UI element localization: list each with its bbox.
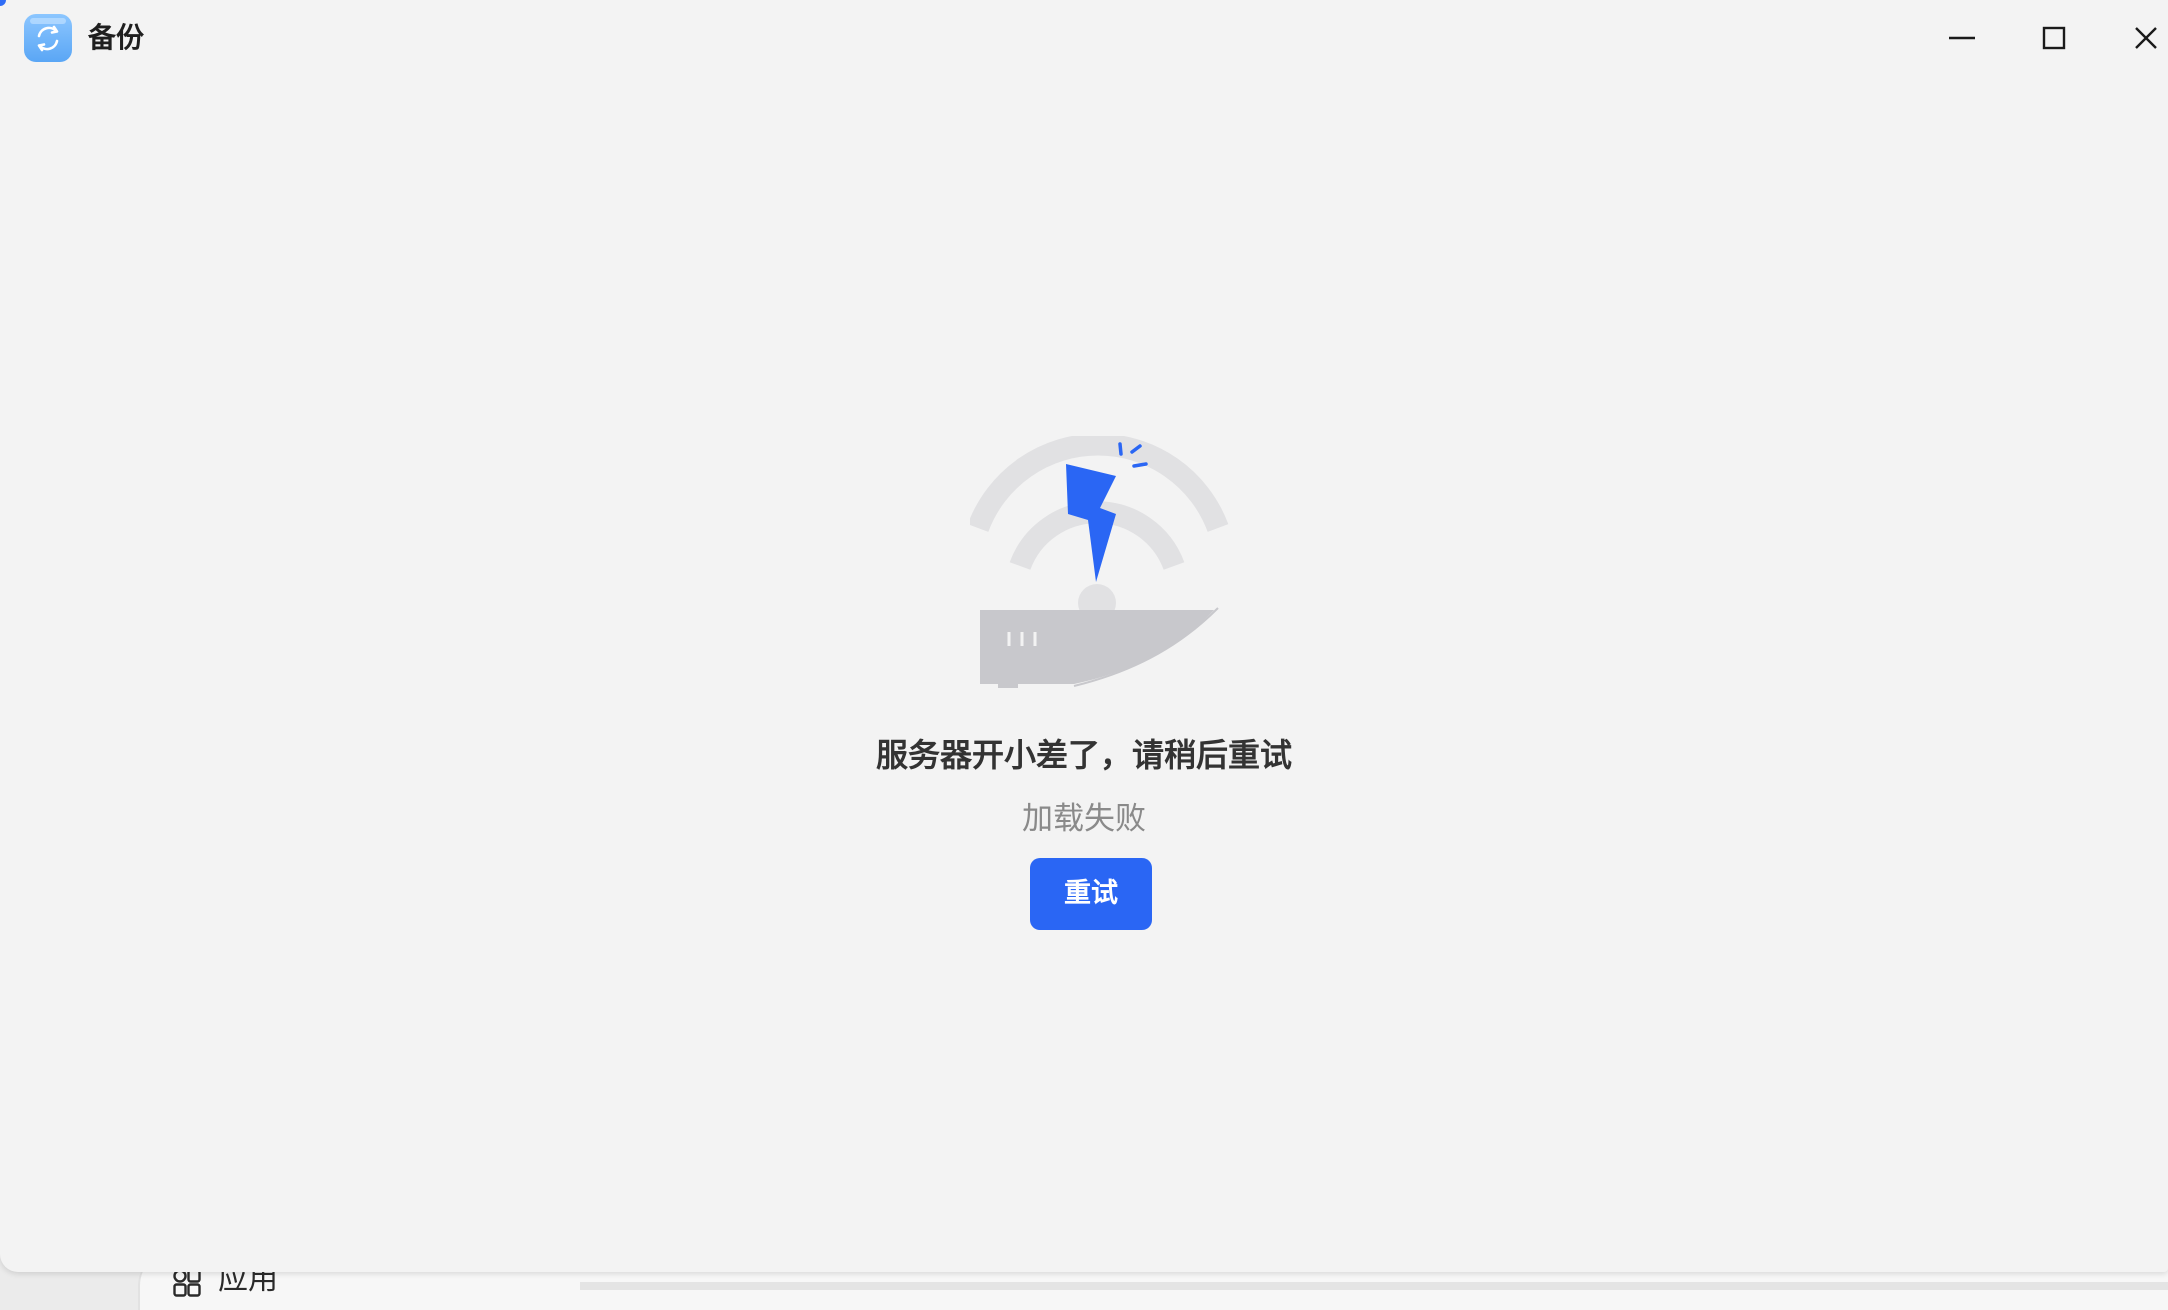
retry-button[interactable]: 重试 bbox=[1030, 858, 1152, 930]
title-bar[interactable]: 备份 bbox=[0, 0, 2168, 76]
minimize-icon bbox=[1949, 36, 1975, 40]
error-subtitle: 加载失败 bbox=[1022, 801, 1146, 837]
minimize-button[interactable] bbox=[1932, 10, 1992, 66]
close-icon bbox=[2135, 27, 2157, 49]
background-app-strip bbox=[580, 1282, 2168, 1290]
close-button[interactable] bbox=[2116, 10, 2168, 66]
backup-window: 备份 服务器开小差了，请稍后重试 加载失败 重试 bbox=[0, 0, 2168, 1272]
backup-sync-icon bbox=[24, 14, 72, 62]
window-title: 备份 bbox=[88, 21, 145, 54]
error-title: 服务器开小差了，请稍后重试 bbox=[875, 736, 1292, 774]
desktop: 应用 备份 服务器开小差了，请稍后重试 加载失败 重试 bbox=[0, 0, 2168, 1310]
apps-grid-icon bbox=[172, 1268, 202, 1298]
maximize-icon bbox=[2042, 26, 2066, 50]
maximize-button[interactable] bbox=[2024, 10, 2084, 66]
broken-wifi-router-icon bbox=[967, 433, 1230, 696]
